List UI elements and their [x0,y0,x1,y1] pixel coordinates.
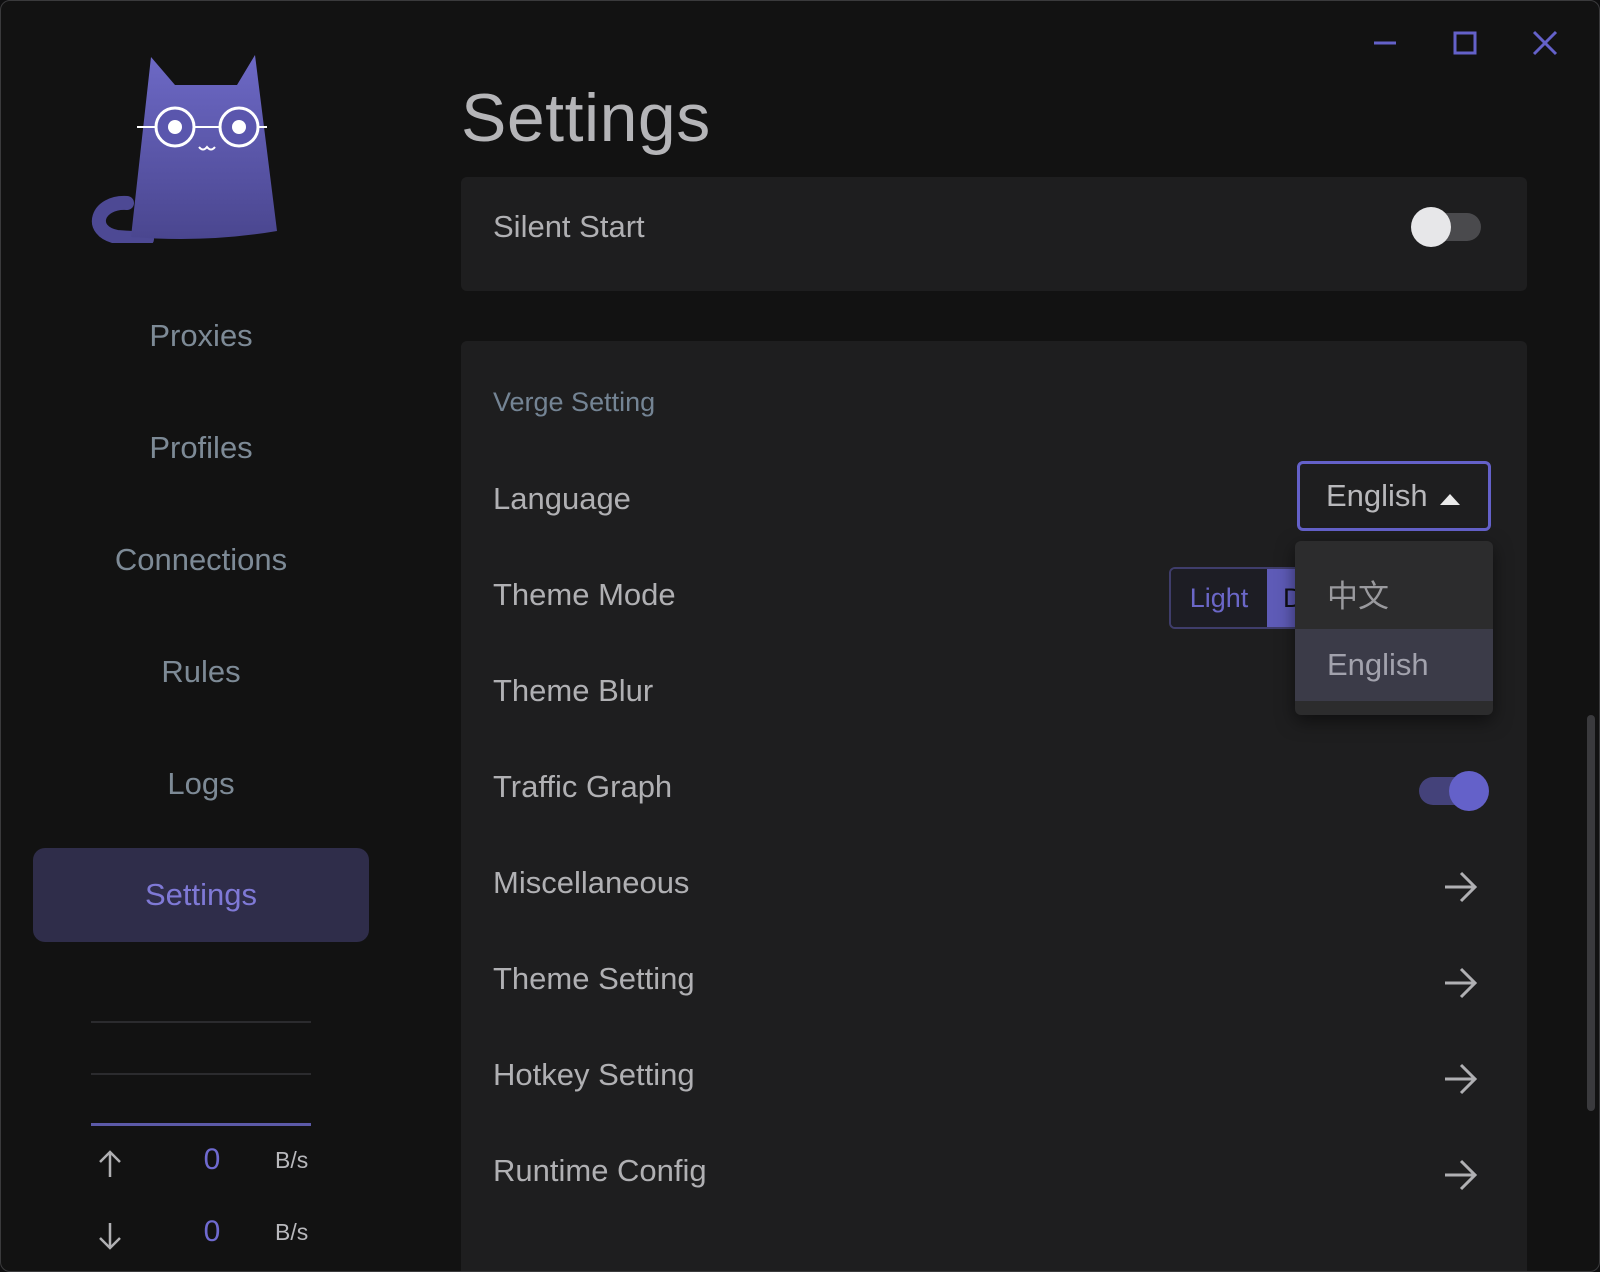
language-option-chinese[interactable]: 中文 [1295,557,1493,629]
download-speed-unit: B/s [275,1219,309,1245]
language-select[interactable]: English [1297,461,1491,531]
traffic-upload: 0 B/s [91,1143,321,1183]
language-dropdown-menu: 中文 English [1295,541,1493,715]
sidebar: Proxies Profiles Connections Rules Logs … [1,1,401,1271]
theme-mode-label: Theme Mode [493,577,676,612]
download-speed-value: 0 [203,1215,221,1248]
sidebar-item-connections[interactable]: Connections [33,513,369,607]
minimize-icon[interactable] [1367,25,1403,61]
miscellaneous-arrow-icon[interactable] [1441,867,1481,907]
runtime-config-arrow-icon[interactable] [1441,1155,1481,1195]
section-title: Verge Setting [493,387,656,417]
sidebar-item-logs[interactable]: Logs [33,737,369,831]
traffic-graph-label: Traffic Graph [493,769,673,804]
language-label: Language [493,481,631,516]
traffic-download: 0 B/s [91,1215,321,1255]
maximize-icon[interactable] [1447,25,1483,61]
cat-logo-icon [87,51,287,246]
miscellaneous-label: Miscellaneous [493,865,690,900]
upload-speed-unit: B/s [275,1147,309,1173]
system-settings-card: Silent Start [461,177,1527,291]
scrollbar[interactable] [1587,715,1595,1111]
language-option-english[interactable]: English [1295,629,1493,701]
graph-gridline [91,1021,311,1023]
language-select-value: English [1326,478,1428,513]
arrow-down-icon [95,1221,125,1256]
theme-blur-label: Theme Blur [493,673,654,708]
sidebar-item-proxies[interactable]: Proxies [33,289,369,383]
theme-mode-light[interactable]: Light [1171,569,1267,627]
graph-gridline [91,1073,311,1075]
sidebar-item-profiles[interactable]: Profiles [33,401,369,495]
hotkey-setting-label: Hotkey Setting [493,1057,695,1092]
app-window: Proxies Profiles Connections Rules Logs … [0,0,1600,1272]
runtime-config-label: Runtime Config [493,1153,707,1188]
silent-start-toggle[interactable] [1411,207,1487,247]
caret-up-icon [1440,494,1460,505]
sidebar-item-settings[interactable]: Settings [33,848,369,942]
theme-setting-label: Theme Setting [493,961,695,996]
theme-setting-arrow-icon[interactable] [1441,963,1481,1003]
graph-baseline [91,1123,311,1126]
silent-start-label: Silent Start [493,209,645,244]
close-icon[interactable] [1527,25,1563,61]
hotkey-setting-arrow-icon[interactable] [1441,1059,1481,1099]
arrow-up-icon [95,1149,125,1184]
sidebar-item-rules[interactable]: Rules [33,625,369,719]
page-title: Settings [461,80,711,156]
upload-speed-value: 0 [203,1143,221,1176]
traffic-graph-toggle[interactable] [1413,771,1489,811]
